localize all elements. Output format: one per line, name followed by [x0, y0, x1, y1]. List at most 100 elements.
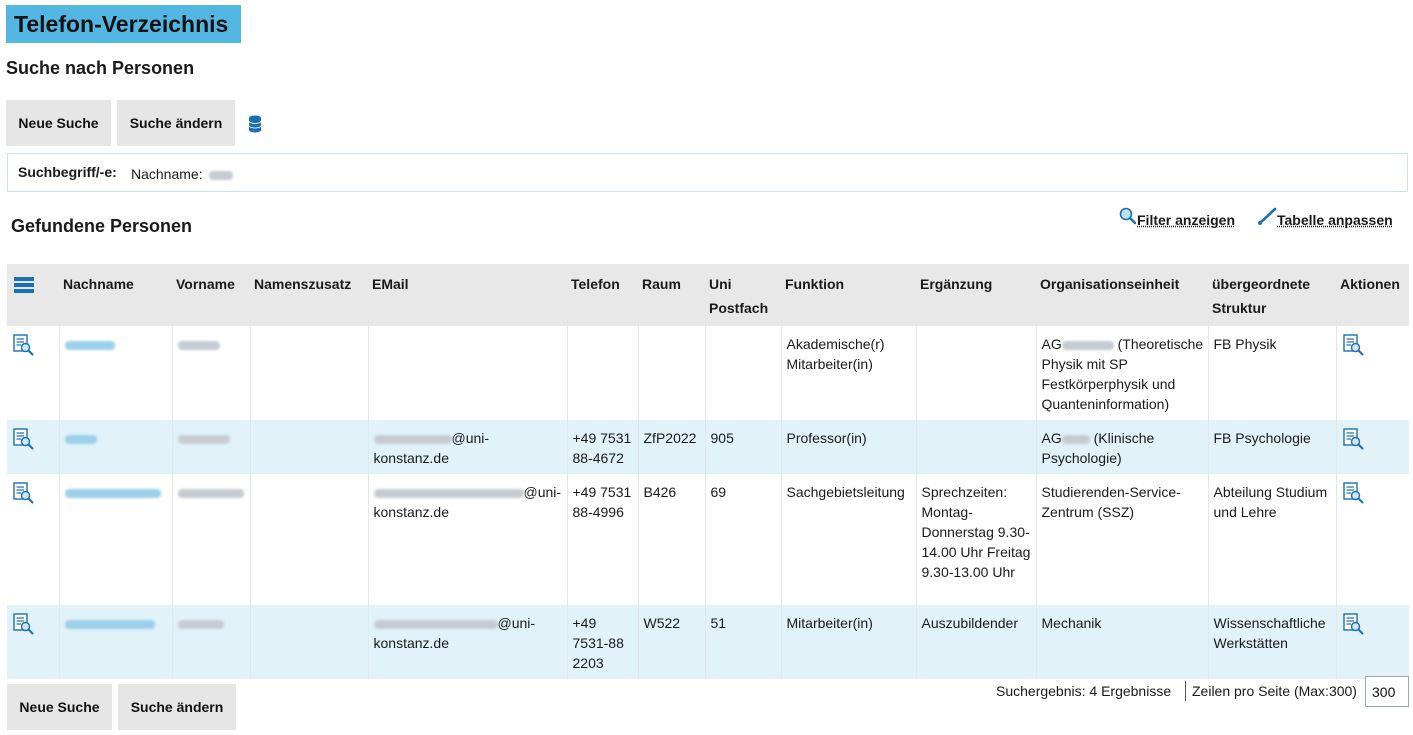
rows-per-page-input[interactable]	[1365, 676, 1409, 707]
view-details-icon[interactable]	[12, 428, 34, 450]
cell-nachname[interactable]	[59, 326, 173, 420]
table-row: @uni-konstanz.de +49 7531 88-4672 ZfP202…	[7, 420, 1409, 474]
row-details-cell[interactable]	[7, 474, 60, 605]
cell-ergaenzung: Sprechzeiten: Montag-Donnerstag 9.30-14.…	[916, 474, 1037, 605]
change-search-button-bottom[interactable]: Suche ändern	[118, 684, 236, 730]
new-search-button[interactable]: Neue Suche	[6, 100, 111, 146]
table-header-row: Nachname Vorname Namenszusatz EMail Tele…	[7, 264, 1409, 326]
brush-icon	[1257, 207, 1277, 228]
cell-vorname	[172, 474, 251, 605]
column-header-ergaenzung[interactable]: Ergänzung	[916, 264, 1036, 326]
cell-telefon	[567, 326, 639, 420]
cell-raum: ZfP2022	[638, 420, 706, 474]
table-row: @uni-konstanz.de +49 7531-88 2203 W522 5…	[7, 605, 1409, 679]
action-details-icon[interactable]	[1342, 482, 1364, 504]
cell-ergaenzung: Auszubildender	[916, 605, 1037, 679]
view-details-icon[interactable]	[12, 482, 34, 504]
column-header-telefon[interactable]: Telefon	[567, 264, 638, 326]
cell-email: @uni-konstanz.de	[368, 474, 568, 605]
cell-raum	[638, 326, 706, 420]
criteria-value: Nachname:	[131, 166, 234, 182]
row-details-cell[interactable]	[7, 605, 60, 679]
view-details-icon[interactable]	[12, 334, 34, 356]
filter-label: Filter anzeigen	[1137, 212, 1236, 228]
section-title: Suche nach Personen	[6, 58, 195, 78]
cell-raum: W522	[638, 605, 706, 679]
table-row: Akademische(r) Mitarbeiter(in) AG (Theor…	[7, 326, 1409, 420]
cell-namenszusatz	[250, 605, 369, 679]
column-menu[interactable]	[7, 264, 59, 326]
rows-per-page-label: Zeilen pro Seite (Max:300)	[1192, 683, 1357, 699]
cell-ergaenzung	[916, 420, 1037, 474]
cell-funktion: Mitarbeiter(in)	[781, 605, 917, 679]
cell-struktur: Abteilung Studium und Lehre	[1208, 474, 1337, 605]
cell-organisationseinheit: AG (Klinische Psychologie)	[1036, 420, 1209, 474]
cell-namenszusatz	[250, 420, 369, 474]
cell-organisationseinheit: Studierenden-Service-Zentrum (SSZ)	[1036, 474, 1209, 605]
cell-funktion: Sachgebietsleitung	[781, 474, 917, 605]
cell-email	[368, 326, 568, 420]
filter-toggle-link[interactable]: Filter anzeigen	[1119, 207, 1235, 228]
column-header-struktur[interactable]: übergeordnete Struktur	[1208, 264, 1336, 326]
column-header-organisationseinheit[interactable]: Organisationseinheit	[1036, 264, 1208, 326]
cell-struktur: FB Psychologie	[1208, 420, 1337, 474]
cell-organisationseinheit: AG (Theoretische Physik mit SP Festkörpe…	[1036, 326, 1209, 420]
cell-struktur: FB Physik	[1208, 326, 1337, 420]
view-details-icon[interactable]	[12, 613, 34, 635]
cell-nachname[interactable]	[59, 420, 173, 474]
results-table: Nachname Vorname Namenszusatz EMail Tele…	[7, 264, 1409, 679]
table-row: @uni-konstanz.de +49 7531 88-4996 B426 6…	[7, 474, 1409, 605]
cell-ergaenzung	[916, 326, 1037, 420]
criteria-label: Suchbegriff/-e:	[18, 164, 117, 180]
menu-icon[interactable]	[14, 276, 34, 293]
cell-raum: B426	[638, 474, 706, 605]
action-details-icon[interactable]	[1342, 428, 1364, 450]
column-header-raum[interactable]: Raum	[638, 264, 705, 326]
cell-vorname	[172, 605, 251, 679]
cell-email: @uni-konstanz.de	[368, 605, 568, 679]
database-icon[interactable]	[248, 115, 262, 133]
column-header-nachname[interactable]: Nachname	[59, 264, 172, 326]
column-header-namenszusatz[interactable]: Namenszusatz	[250, 264, 368, 326]
cell-funktion: Professor(in)	[781, 420, 917, 474]
column-header-aktionen: Aktionen	[1336, 264, 1409, 326]
cell-struktur: Wissenschaftliche Werkstätten	[1208, 605, 1337, 679]
page-title: Telefon-Verzeichnis	[6, 5, 241, 43]
cell-aktionen[interactable]	[1336, 420, 1409, 474]
cell-namenszusatz	[250, 474, 369, 605]
row-details-cell[interactable]	[7, 420, 60, 474]
cell-funktion: Akademische(r) Mitarbeiter(in)	[781, 326, 917, 420]
column-header-email[interactable]: EMail	[368, 264, 567, 326]
column-header-vorname[interactable]: Vorname	[172, 264, 250, 326]
action-details-icon[interactable]	[1342, 334, 1364, 356]
adjust-table-link[interactable]: Tabelle anpassen	[1257, 207, 1393, 228]
cell-nachname[interactable]	[59, 474, 173, 605]
row-details-cell[interactable]	[7, 326, 60, 420]
cell-aktionen[interactable]	[1336, 605, 1409, 679]
change-search-button[interactable]: Suche ändern	[117, 100, 235, 146]
column-header-postfach[interactable]: Uni Postfach	[705, 264, 781, 326]
new-search-button-bottom[interactable]: Neue Suche	[7, 684, 112, 730]
cell-postfach: 69	[705, 474, 782, 605]
cell-postfach	[705, 326, 782, 420]
cell-telefon: +49 7531 88-4672	[567, 420, 639, 474]
result-count: Suchergebnis: 4 Ergebnisse	[996, 683, 1172, 699]
footer-divider	[1185, 681, 1186, 701]
cell-postfach: 905	[705, 420, 782, 474]
cell-telefon: +49 7531 88-4996	[567, 474, 639, 605]
column-header-funktion[interactable]: Funktion	[781, 264, 916, 326]
cell-postfach: 51	[705, 605, 782, 679]
cell-namenszusatz	[250, 326, 369, 420]
action-details-icon[interactable]	[1342, 613, 1364, 635]
cell-nachname[interactable]	[59, 605, 173, 679]
cell-aktionen[interactable]	[1336, 326, 1409, 420]
cell-aktionen[interactable]	[1336, 474, 1409, 605]
cell-vorname	[172, 326, 251, 420]
cell-email: @uni-konstanz.de	[368, 420, 568, 474]
results-title: Gefundene Personen	[11, 216, 193, 236]
cell-vorname	[172, 420, 251, 474]
cell-telefon: +49 7531-88 2203	[567, 605, 639, 679]
adjust-label: Tabelle anpassen	[1277, 212, 1393, 228]
cell-organisationseinheit: Mechanik	[1036, 605, 1209, 679]
search-criteria-box: Suchbegriff/-e: Nachname:	[7, 153, 1408, 192]
